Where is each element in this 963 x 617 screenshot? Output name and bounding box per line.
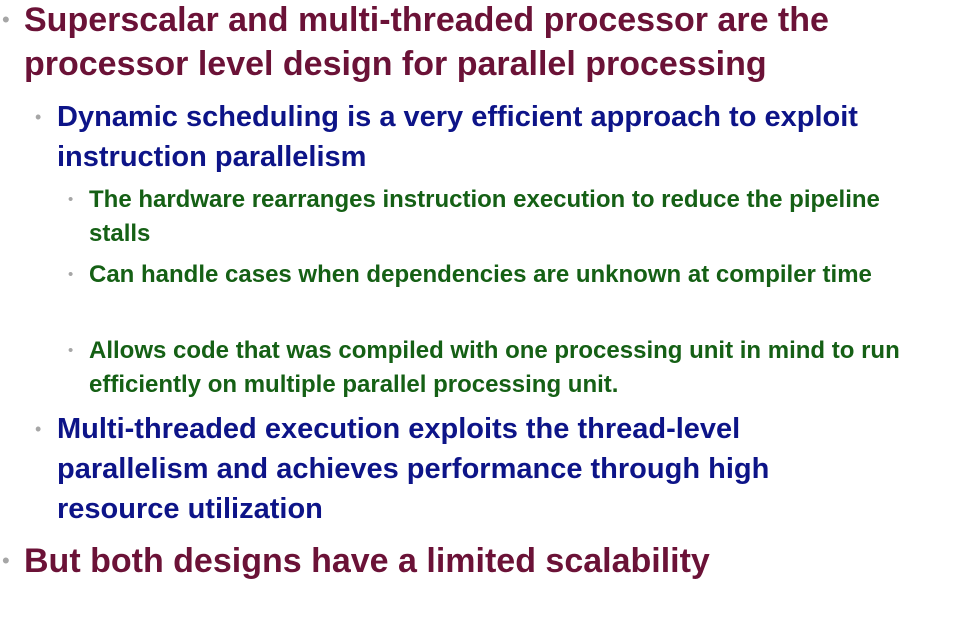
bullet-text: Can handle cases when dependencies are u… (89, 261, 872, 288)
bullet-marker: • (2, 7, 10, 32)
bullet-marker: • (35, 419, 42, 439)
slide-content: • Superscalar and multi-threaded process… (0, 0, 963, 617)
bullet-item-level1: • Superscalar and multi-threaded process… (2, 0, 959, 86)
bullet-text: Dynamic scheduling is a very efficient a… (57, 101, 858, 173)
bullet-marker: • (68, 342, 74, 359)
bullet-text: Allows code that was compiled with one p… (89, 337, 900, 398)
bullet-item-level3: • Can handle cases when dependencies are… (68, 258, 889, 292)
bullet-marker: • (35, 107, 42, 127)
bullet-text: Multi-threaded execution exploits the th… (57, 413, 770, 525)
bullet-text: The hardware rearranges instruction exec… (89, 186, 880, 247)
bullet-marker: • (2, 548, 10, 573)
bullet-item-level3: • The hardware rearranges instruction ex… (68, 183, 939, 251)
bullet-text: But both designs have a limited scalabil… (24, 542, 710, 580)
bullet-item-level2: • Dynamic scheduling is a very efficient… (35, 97, 917, 177)
bullet-item-level1: • But both designs have a limited scalab… (2, 539, 959, 583)
bullet-marker: • (68, 191, 74, 208)
bullet-marker: • (68, 266, 74, 283)
bullet-item-level2: • Multi-threaded execution exploits the … (35, 409, 897, 529)
bullet-text: Superscalar and multi-threaded processor… (24, 1, 829, 83)
bullet-item-level3: • Allows code that was compiled with one… (68, 334, 909, 402)
